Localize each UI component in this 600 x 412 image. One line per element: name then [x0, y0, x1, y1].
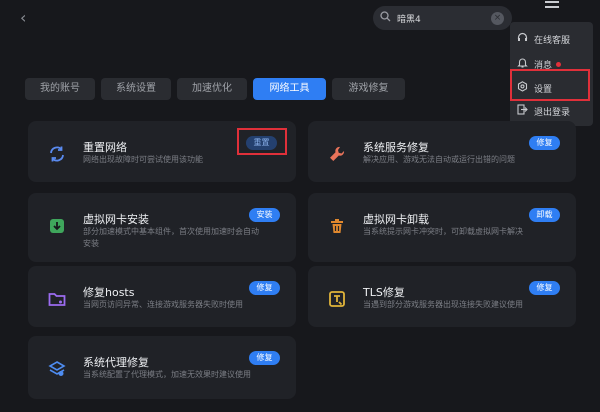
- card-description: 当网页访问异常、连接游戏服务器失败时使用: [83, 300, 243, 309]
- download-icon: [44, 213, 70, 239]
- card-description: 当系统配置了代理模式，加速无效果时建议使用: [83, 370, 251, 379]
- repair-proxy-button[interactable]: 修复: [249, 351, 280, 365]
- wrench-icon: [324, 141, 350, 167]
- trash-icon: [324, 213, 350, 239]
- install-button[interactable]: 安装: [249, 208, 280, 222]
- repair-service-button[interactable]: 修复: [529, 136, 560, 150]
- layers-icon: [44, 356, 70, 382]
- card-title: 修复hosts: [83, 286, 135, 299]
- tab-system-settings[interactable]: 系统设置: [101, 78, 171, 100]
- menu-item-logout-label: 退出登录: [534, 107, 571, 118]
- category-tabs: 我的账号 系统设置 加速优化 网络工具 游戏修复: [25, 78, 411, 100]
- menu-item-support[interactable]: 在线客服: [510, 28, 593, 50]
- headset-icon: [510, 32, 534, 46]
- card-title: 重置网络: [83, 141, 127, 154]
- card-vnic-install: 虚拟网卡安装 部分加速模式中基本组件，首次使用加速时会自动安装 安装: [28, 193, 296, 262]
- repair-hosts-button[interactable]: 修复: [249, 281, 280, 295]
- card-description: 解决应用、游戏无法自动或运行出错的问题: [363, 155, 515, 164]
- card-tls-repair: TLS修复 当遇到部分游戏服务器出现连接失败建议使用 修复: [308, 266, 576, 327]
- card-title: 虚拟网卡卸载: [363, 213, 429, 226]
- card-description: 网络出现故障时可尝试使用该功能: [83, 155, 203, 164]
- card-title: 虚拟网卡安装: [83, 213, 149, 226]
- back-arrow-icon[interactable]: ‹: [20, 9, 38, 27]
- card-description: 当系统提示网卡冲突时，可卸载虚拟网卡解决: [363, 227, 523, 236]
- card-proxy-repair: 系统代理修复 当系统配置了代理模式，加速无效果时建议使用 修复: [28, 336, 296, 399]
- card-title: TLS修复: [363, 286, 405, 299]
- card-vnic-uninstall: 虚拟网卡卸载 当系统提示网卡冲突时，可卸载虚拟网卡解决 卸载: [308, 193, 576, 262]
- search-icon: [373, 11, 397, 25]
- card-description: 当遇到部分游戏服务器出现连接失败建议使用: [363, 300, 523, 309]
- unread-dot: [556, 61, 562, 67]
- card-system-service-repair: 系统服务修复 解决应用、游戏无法自动或运行出错的问题 修复: [308, 121, 576, 182]
- tab-acceleration[interactable]: 加速优化: [177, 78, 247, 100]
- settings-highlight-box: [510, 69, 590, 101]
- repair-tls-button[interactable]: 修复: [529, 281, 560, 295]
- uninstall-button[interactable]: 卸载: [529, 208, 560, 222]
- card-title: 系统服务修复: [363, 141, 429, 154]
- tls-icon: [324, 286, 350, 312]
- tab-game-repair[interactable]: 游戏修复: [332, 78, 405, 100]
- search-input[interactable]: 暗黑4: [397, 12, 491, 25]
- card-title: 系统代理修复: [83, 356, 149, 369]
- search-box[interactable]: 暗黑4 ×: [373, 6, 512, 30]
- menu-icon[interactable]: [545, 1, 559, 13]
- reset-highlight-box: [237, 128, 287, 155]
- clear-search-icon[interactable]: ×: [491, 11, 504, 25]
- tab-my-account[interactable]: 我的账号: [25, 78, 95, 100]
- menu-item-logout[interactable]: 退出登录: [510, 100, 593, 122]
- tab-network-tools[interactable]: 网络工具: [253, 78, 326, 100]
- menu-item-support-label: 在线客服: [534, 35, 571, 46]
- folder-icon: [44, 286, 70, 312]
- logout-icon: [510, 104, 534, 118]
- card-description: 部分加速模式中基本组件，首次使用加速时会自动安装: [83, 227, 259, 248]
- refresh-icon: [44, 141, 70, 167]
- card-hosts-repair: 修复hosts 当网页访问异常、连接游戏服务器失败时使用 修复: [28, 266, 296, 327]
